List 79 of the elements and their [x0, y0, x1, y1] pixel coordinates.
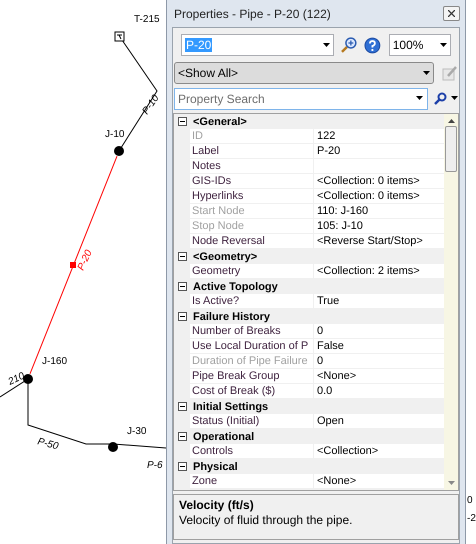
node-label: J-160 [42, 356, 68, 367]
property-name: Is Active? [190, 294, 314, 309]
category-header: <Geometry> [193, 250, 258, 264]
zoom-in-icon[interactable] [340, 36, 358, 54]
category-header: Failure History [193, 310, 270, 324]
filter-select[interactable]: <Show All> [174, 62, 434, 84]
property-value[interactable]: P-20 [314, 144, 444, 159]
property-name: Start Node [190, 204, 314, 219]
node-label: T-215 [134, 14, 160, 25]
scroll-down-arrow-icon[interactable] [448, 481, 454, 485]
property-name: Number of Breaks [190, 324, 314, 339]
collapse-toggle-icon[interactable] [178, 282, 187, 291]
property-name: Pipe Break Group [190, 369, 314, 384]
description-title: Velocity (ft/s) [179, 498, 255, 513]
dropdown-arrow-icon [451, 96, 458, 100]
property-name: Cost of Break ($) [190, 384, 314, 399]
category-header: <General> [193, 114, 247, 128]
category-header: Operational [193, 430, 254, 444]
property-name: Label [190, 144, 314, 159]
property-search-field[interactable]: Property Search [174, 88, 428, 110]
collapse-toggle-icon[interactable] [178, 117, 187, 126]
property-name: Use Local Duration of P [190, 339, 314, 354]
property-value[interactable]: <Collection> [314, 444, 444, 459]
property-value[interactable]: False [314, 339, 444, 354]
property-name: Duration of Pipe Failure [190, 354, 314, 369]
dropdown-arrow-icon [323, 43, 330, 47]
collapse-toggle-icon[interactable] [178, 462, 187, 471]
pipe-label: P-50 [36, 436, 60, 452]
edge-text: 0 [466, 494, 474, 508]
collapse-toggle-icon[interactable] [178, 312, 187, 321]
pipe-label: P-20 [76, 248, 95, 272]
dropdown-arrow-icon [423, 71, 430, 75]
description-text: Velocity of fluid through the pipe. [179, 513, 354, 528]
property-value[interactable]: Open [314, 414, 444, 429]
category-header: Active Topology [193, 280, 278, 294]
zoom-select[interactable]: 100% [388, 34, 451, 56]
property-name: Node Reversal [190, 234, 314, 249]
dropdown-arrow-icon [440, 43, 447, 47]
close-button[interactable] [443, 6, 460, 21]
junction-node[interactable] [114, 146, 124, 156]
scrollbar[interactable] [444, 114, 458, 490]
property-name: Notes [190, 159, 314, 174]
search-icon [434, 92, 447, 104]
close-icon [448, 10, 455, 17]
dropdown-arrow-icon[interactable] [416, 96, 423, 100]
property-value[interactable]: <Reverse Start/Stop> [314, 234, 444, 249]
property-value[interactable]: <Collection: 0 items> [314, 189, 444, 204]
node-label: J-30 [127, 426, 146, 437]
property-value[interactable]: <None> [314, 369, 444, 384]
help-icon[interactable] [364, 36, 381, 54]
property-value[interactable]: <Collection: 0 items> [314, 174, 444, 189]
property-name: Geometry [190, 264, 314, 279]
property-name: GIS-IDs [190, 174, 314, 189]
property-value[interactable]: <None> [314, 474, 444, 489]
property-name: Controls [190, 444, 314, 459]
property-name: Stop Node [190, 219, 314, 234]
property-name: Zone [190, 474, 314, 489]
property-value[interactable]: 0 [314, 324, 444, 339]
window-title: Properties - Pipe - P-20 (122) [174, 6, 332, 22]
pipe-label: 210 [6, 370, 26, 388]
scrollbar-thumb[interactable] [445, 126, 457, 172]
junction-node[interactable] [108, 442, 118, 452]
node-label: J-10 [105, 129, 124, 140]
edge-text: -2 [466, 512, 476, 526]
property-value[interactable]: 0.0 [314, 384, 444, 399]
collapse-toggle-icon[interactable] [178, 252, 187, 261]
property-name: ID [190, 129, 314, 144]
property-value[interactable]: <Collection: 2 items> [314, 264, 444, 279]
category-header: Initial Settings [193, 400, 268, 414]
property-value[interactable]: True [314, 294, 444, 309]
property-name: Status (Initial) [190, 414, 314, 429]
collapse-toggle-icon[interactable] [178, 402, 187, 411]
pipe-label: P-6 [147, 460, 163, 471]
tank-icon[interactable] [114, 32, 124, 42]
collapse-toggle-icon[interactable] [178, 432, 187, 441]
category-header: Physical [193, 460, 238, 474]
property-name: Hyperlinks [190, 189, 314, 204]
junction-node[interactable] [23, 374, 33, 384]
scroll-up-arrow-icon[interactable] [448, 119, 454, 123]
